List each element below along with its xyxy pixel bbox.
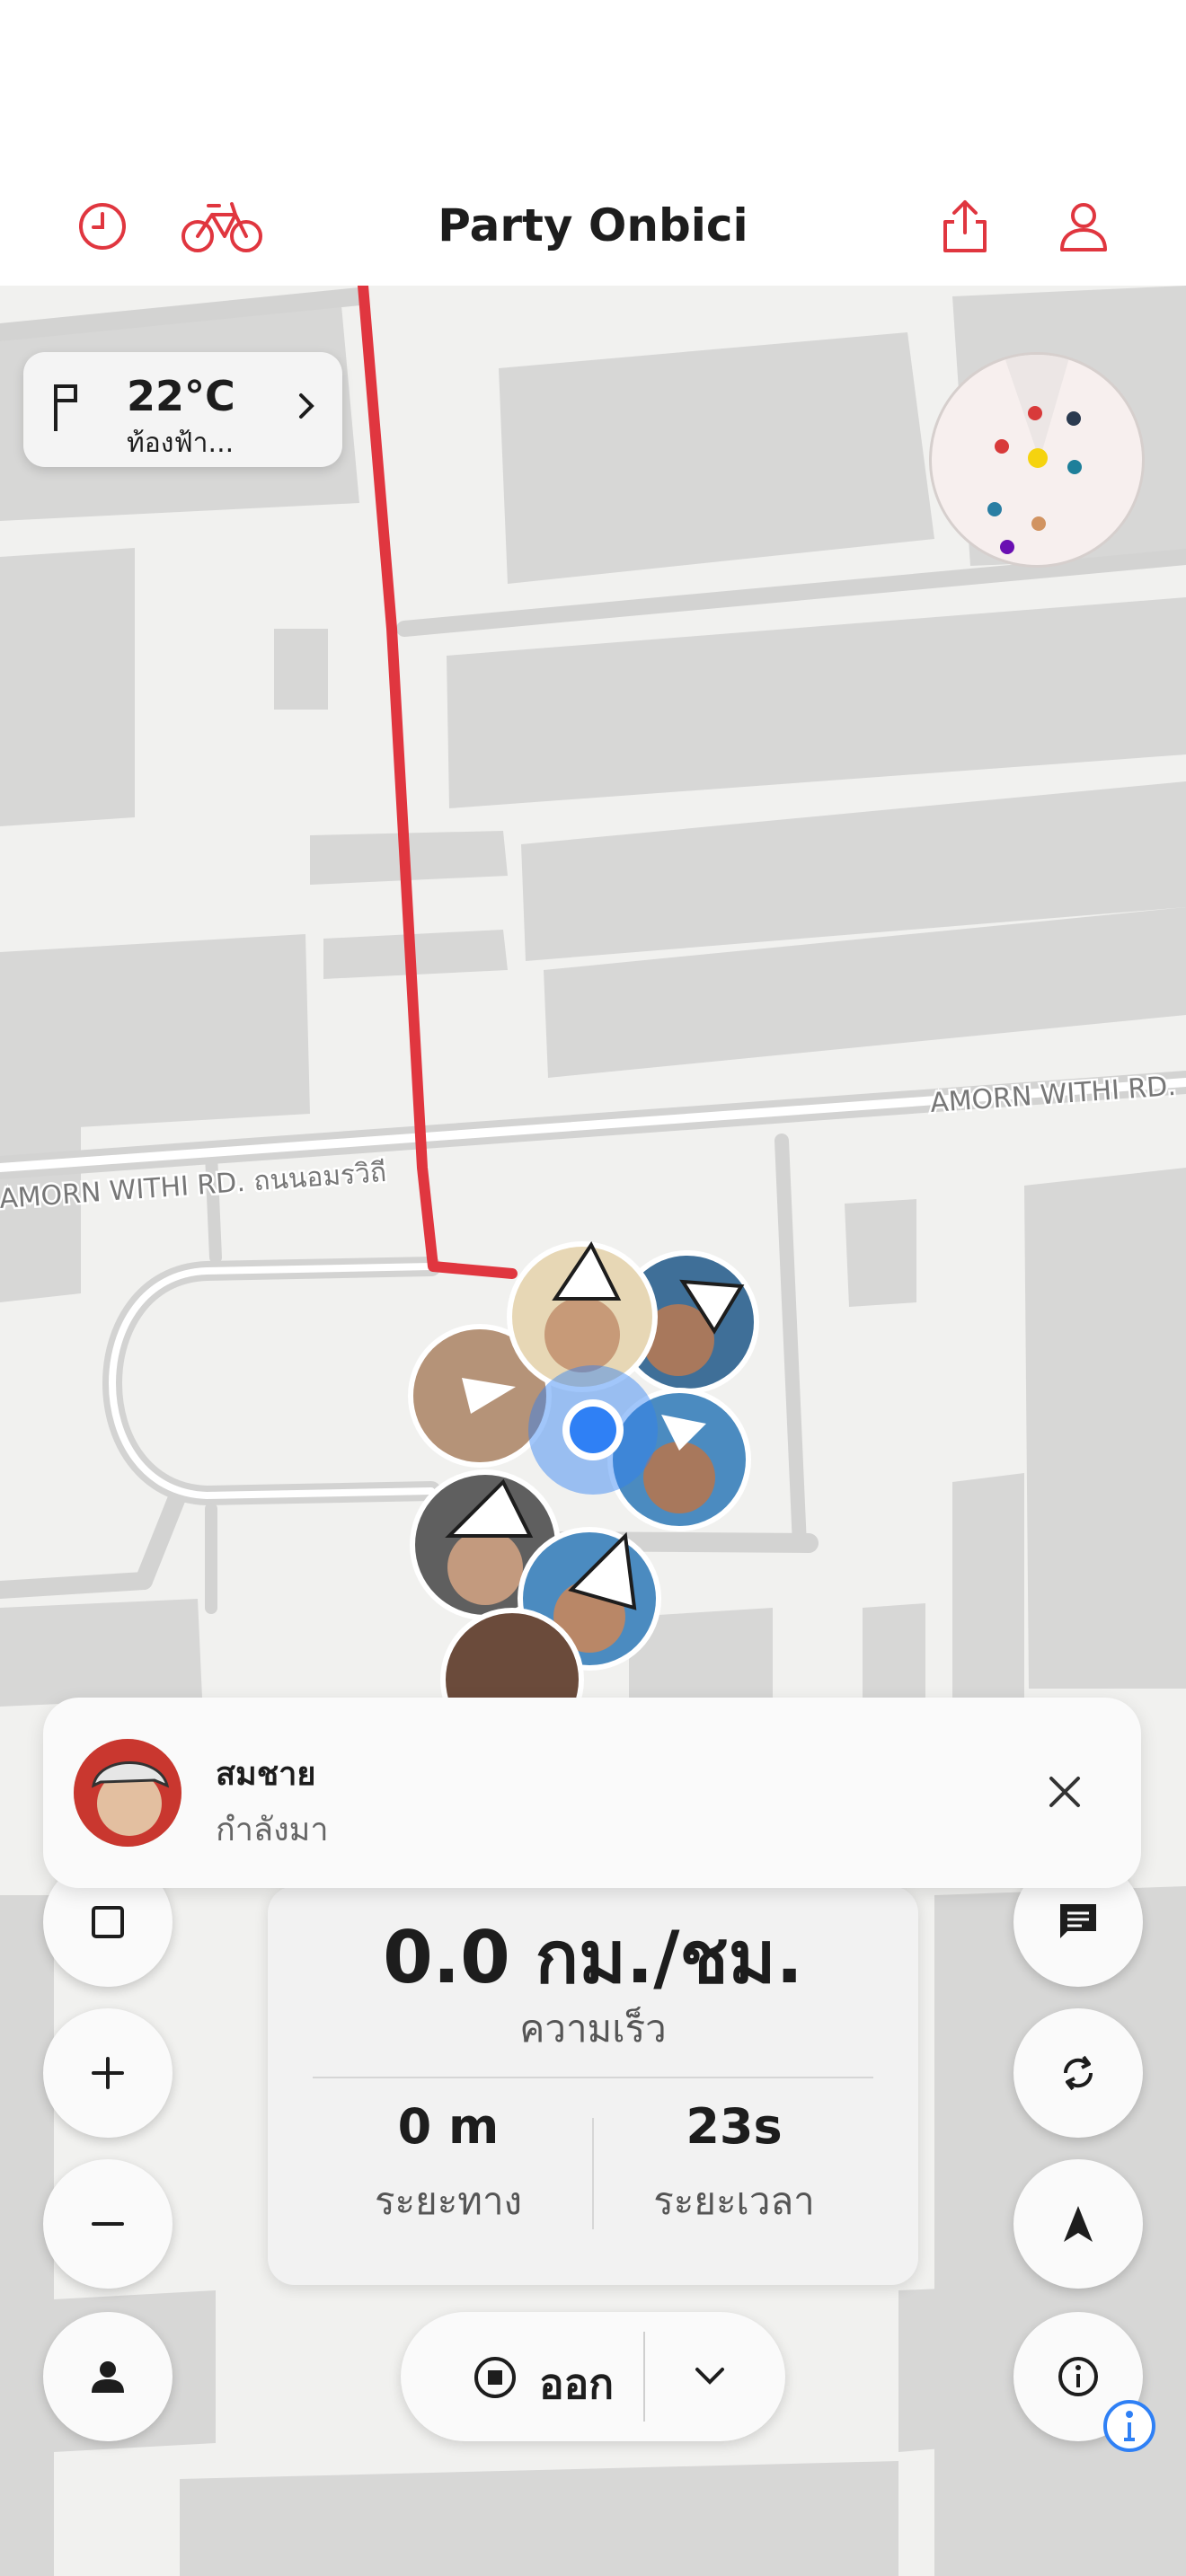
rider-name: สมชาย bbox=[216, 1756, 316, 1793]
speed-value: 0.0 กม./ชม. bbox=[383, 1916, 803, 1999]
divider bbox=[592, 2118, 594, 2229]
speed-label: ความเร็ว bbox=[519, 2007, 667, 2051]
street-label-east: AMORN WITHI RD. bbox=[929, 1071, 1177, 1119]
refresh-button[interactable] bbox=[1013, 2008, 1143, 2138]
rider-notification[interactable]: สมชาย กำลังมา bbox=[43, 1698, 1141, 1888]
end-ride-button[interactable]: ออก bbox=[539, 2351, 614, 2417]
chevron-right-icon bbox=[299, 393, 314, 419]
person-icon bbox=[92, 2361, 124, 2393]
square-icon bbox=[92, 1906, 124, 1938]
weather-temperature: 22°C bbox=[127, 372, 235, 420]
ride-stats-card: 0.0 กม./ชม. ความเร็ว 0 m ระยะทาง 23s ระย… bbox=[268, 1886, 918, 2285]
map-attribution-icon[interactable] bbox=[1102, 2398, 1157, 2454]
stop-circle-icon[interactable] bbox=[473, 2355, 518, 2400]
distance-label: ระยะทาง bbox=[374, 2179, 523, 2223]
close-icon[interactable] bbox=[1042, 1769, 1087, 1814]
rider-status: กำลังมา bbox=[216, 1812, 329, 1848]
duration-label: ระยะเวลา bbox=[653, 2179, 815, 2223]
minus-icon bbox=[92, 2222, 124, 2226]
flag-icon bbox=[54, 384, 77, 431]
share-icon bbox=[943, 200, 987, 252]
rider-avatars bbox=[408, 1241, 759, 1751]
distance-value: 0 m bbox=[397, 2098, 500, 2155]
navigate-button[interactable] bbox=[1013, 2159, 1143, 2289]
profile-button[interactable] bbox=[1048, 190, 1120, 262]
refresh-icon bbox=[1063, 2055, 1093, 2091]
end-ride-control: ออก bbox=[401, 2312, 785, 2441]
top-bar: Party Onbici bbox=[0, 0, 1186, 286]
navigate-arrow-icon bbox=[1064, 2206, 1093, 2242]
profile-icon bbox=[1060, 203, 1107, 251]
group-radar[interactable] bbox=[929, 352, 1145, 568]
rider-cluster[interactable] bbox=[395, 1231, 773, 1751]
avatar bbox=[74, 1739, 181, 1847]
zoom-in-button[interactable] bbox=[43, 2008, 173, 2138]
duration-value: 23s bbox=[686, 2098, 783, 2155]
weather-chip[interactable]: 22°C ท้องฟ้า... bbox=[23, 352, 342, 467]
info-icon bbox=[1058, 2357, 1098, 2396]
divider bbox=[643, 2332, 645, 2422]
radar-icon bbox=[987, 355, 1082, 554]
plus-icon bbox=[92, 2057, 124, 2089]
zoom-out-button[interactable] bbox=[43, 2159, 173, 2289]
share-button[interactable] bbox=[929, 190, 1001, 262]
app-title: Party Onbici bbox=[438, 199, 748, 251]
person-button[interactable] bbox=[43, 2312, 173, 2441]
chat-icon bbox=[1060, 1904, 1096, 1938]
rider-photo-icon bbox=[74, 1739, 181, 1847]
divider bbox=[313, 2077, 873, 2078]
weather-condition: ท้องฟ้า... bbox=[127, 428, 235, 459]
chevron-down-icon[interactable] bbox=[692, 2359, 728, 2395]
